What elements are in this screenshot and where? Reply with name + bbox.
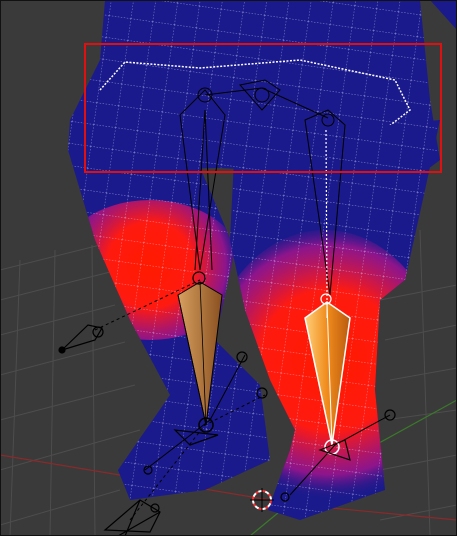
camera-icon[interactable] bbox=[103, 499, 161, 536]
3d-viewport[interactable] bbox=[0, 0, 457, 536]
